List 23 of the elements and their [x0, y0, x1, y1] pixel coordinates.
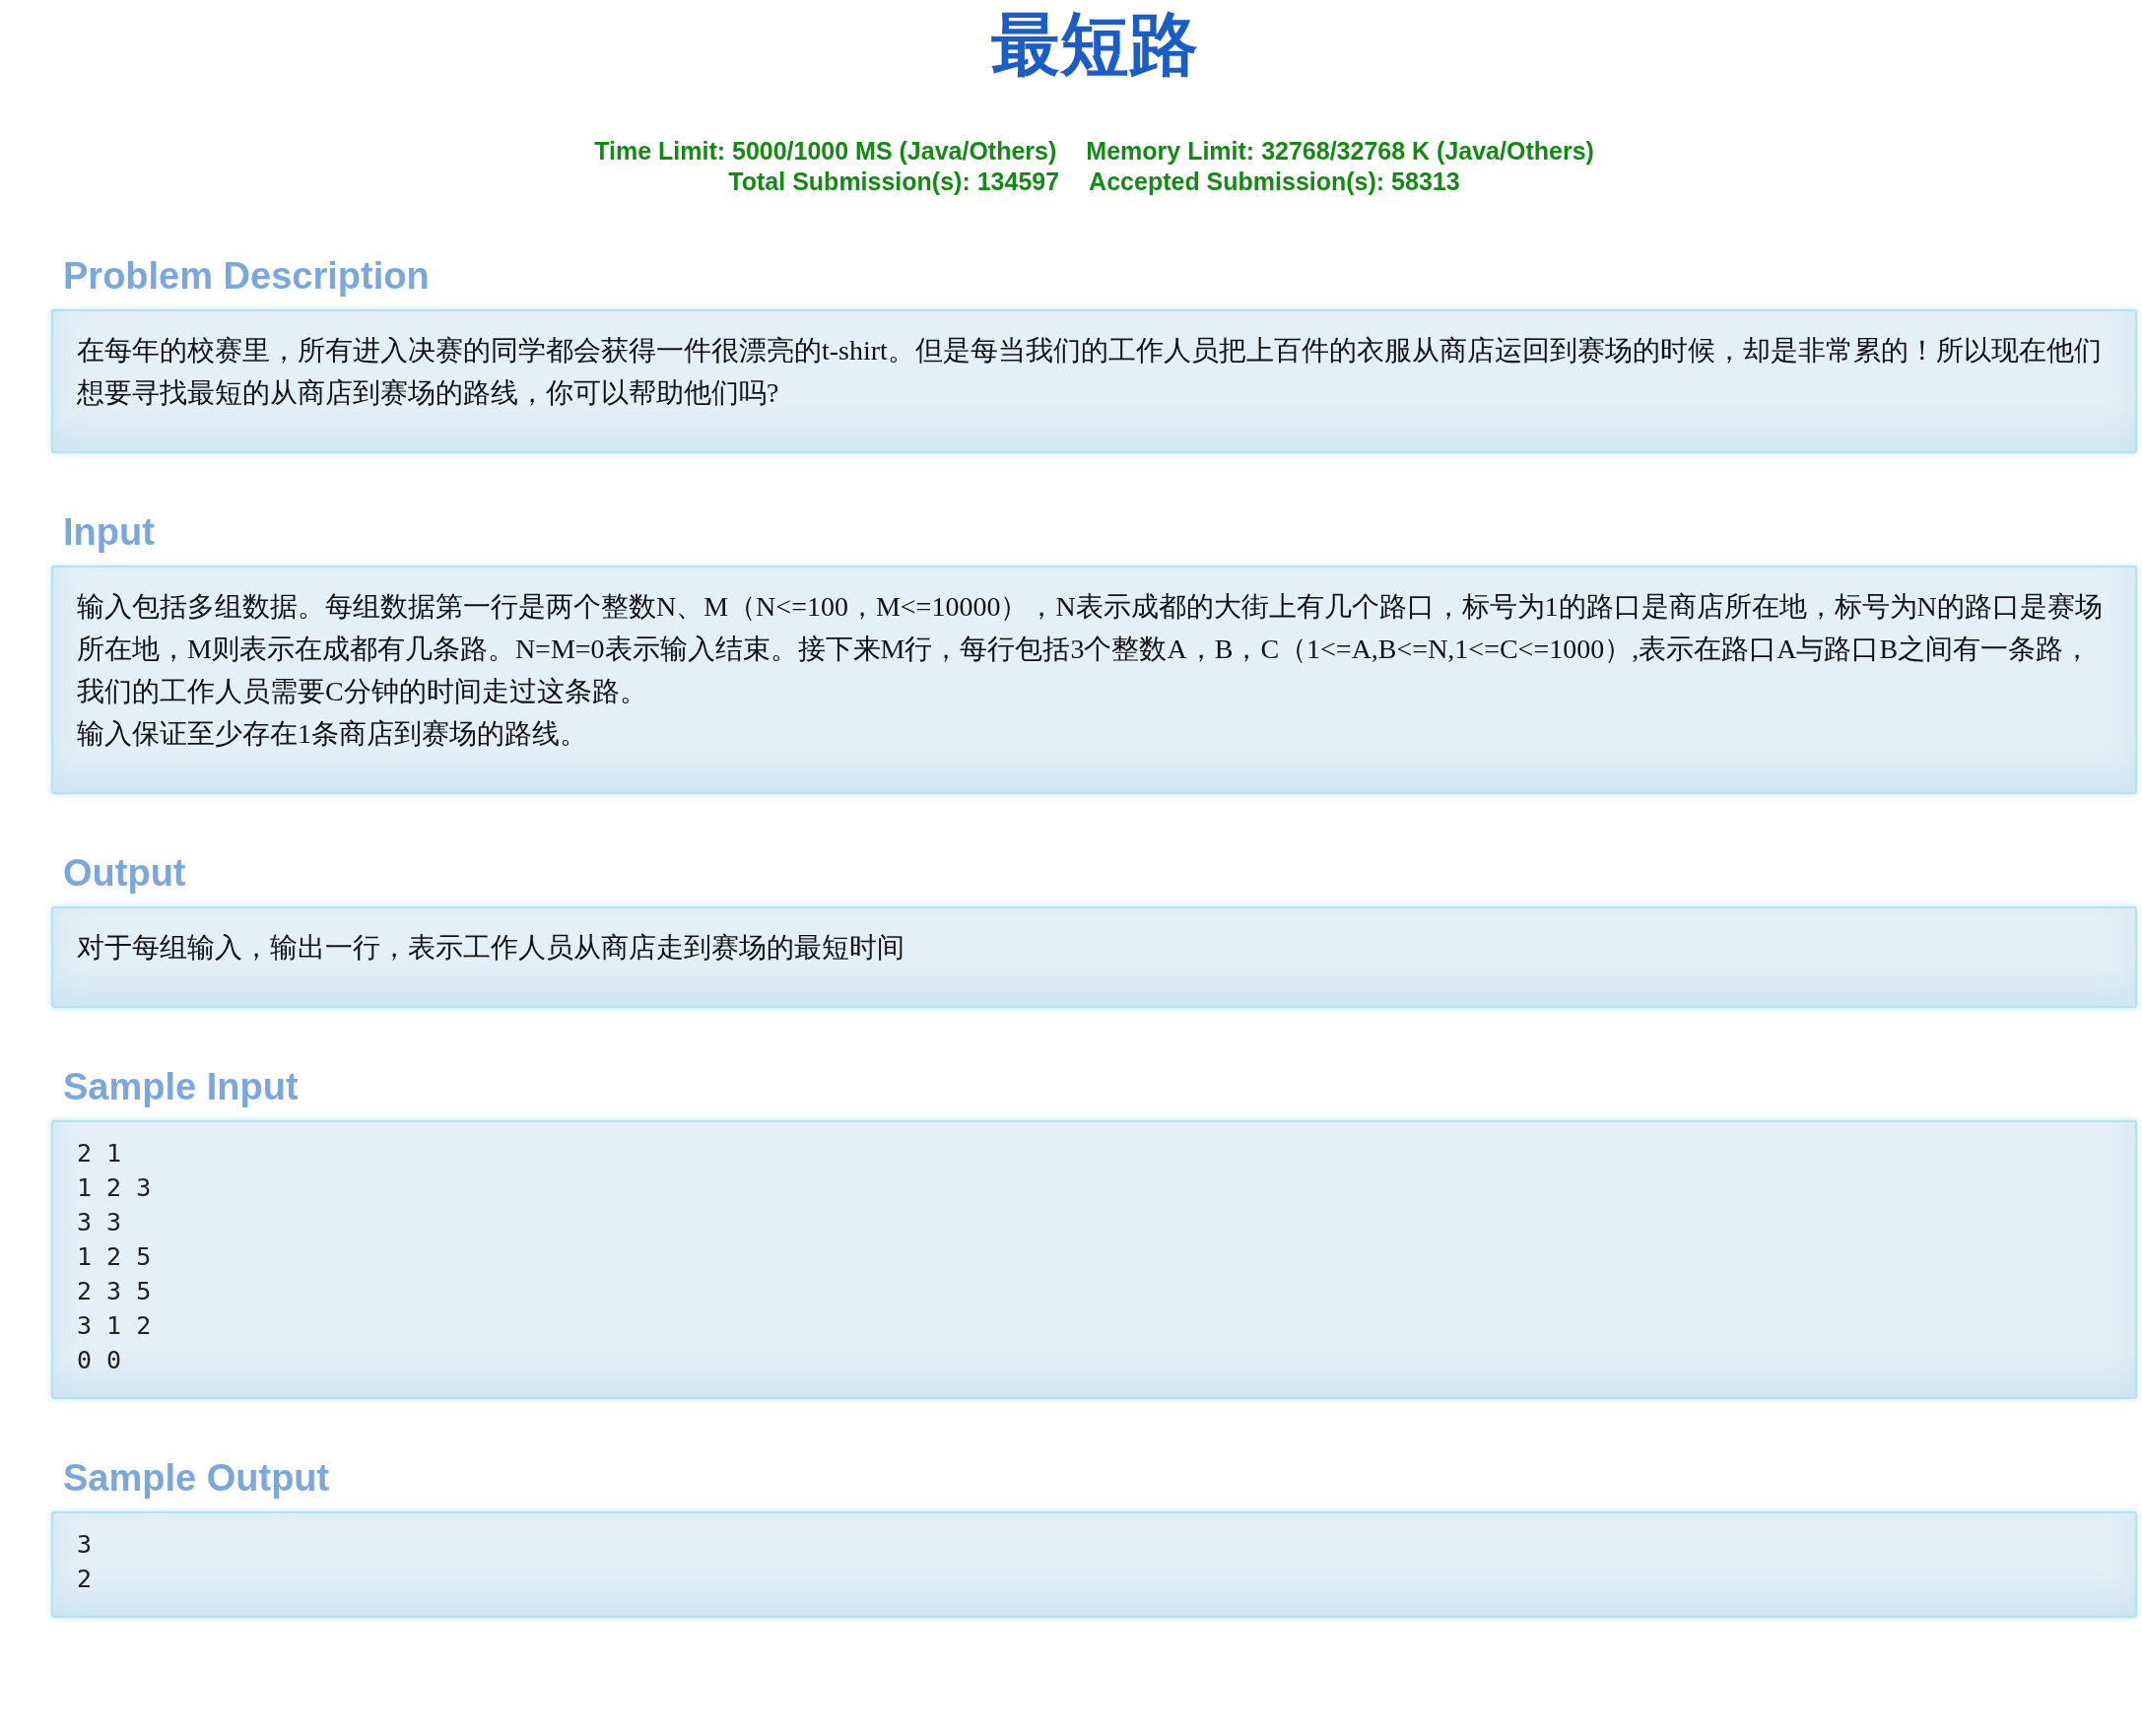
limit-info: Accepted Submission(s): 58313: [1089, 167, 1460, 197]
paragraph: 在每年的校赛里，所有进入决赛的同学都会获得一件很漂亮的t-shirt。但是每当我们的工作人员把上百件的衣服从商店运回到赛场的时候，却是非常累的！所以现在他们想要寻找最短的从商店到赛场的路线，你可以帮助他们吗?: [77, 334, 2103, 410]
code-line: 2: [77, 1564, 94, 1595]
section-heading: Problem Description: [63, 254, 431, 298]
paragraph: 输入保证至少存在1条商店到赛场的路线。: [77, 717, 588, 751]
paragraph: 对于每组输入，输出一行，表示工作人员从商店走到赛场的最短时间: [77, 931, 905, 965]
code-line: 1 2 3: [77, 1172, 153, 1204]
section-heading: Sample Input: [63, 1065, 300, 1108]
section-heading: Input: [63, 510, 156, 554]
code-line: 3 3: [77, 1207, 123, 1238]
code-line: 0 0: [77, 1345, 123, 1376]
limit-info: Time Limit: 5000/1000 MS (Java/Others): [594, 136, 1057, 167]
section-heading: Sample Output: [63, 1456, 331, 1500]
limit-info: Total Submission(s): 134597: [728, 167, 1060, 197]
limit-info: Memory Limit: 32768/32768 K (Java/Others): [1086, 136, 1594, 167]
code-line: 3 1 2: [77, 1310, 153, 1342]
code-line: 2 1: [77, 1138, 123, 1169]
problem-title: 最短路: [989, 6, 1199, 85]
paragraph: 输入包括多组数据。每组数据第一行是两个整数N、M（N<=100，M<=10000），N表示成都的大街上有几个路口，标号为1的路口是商店所在地，标号为N的路口是赛场所在地，M则表示在成都有几条路。N=M=0表示输入结束。接下来M行，每行包括3个整数A，B，C（1<=A,B<=N,1<=C<=1000）,表示在路口A与路口B之间有一条路，我们的工作人员需要C分钟的时间走过这条路。: [77, 590, 2104, 708]
code-line: 2 3 5: [77, 1276, 153, 1307]
code-line: 1 2 5: [77, 1241, 153, 1273]
code-line: 3: [77, 1529, 94, 1561]
section-heading: Output: [63, 851, 187, 895]
